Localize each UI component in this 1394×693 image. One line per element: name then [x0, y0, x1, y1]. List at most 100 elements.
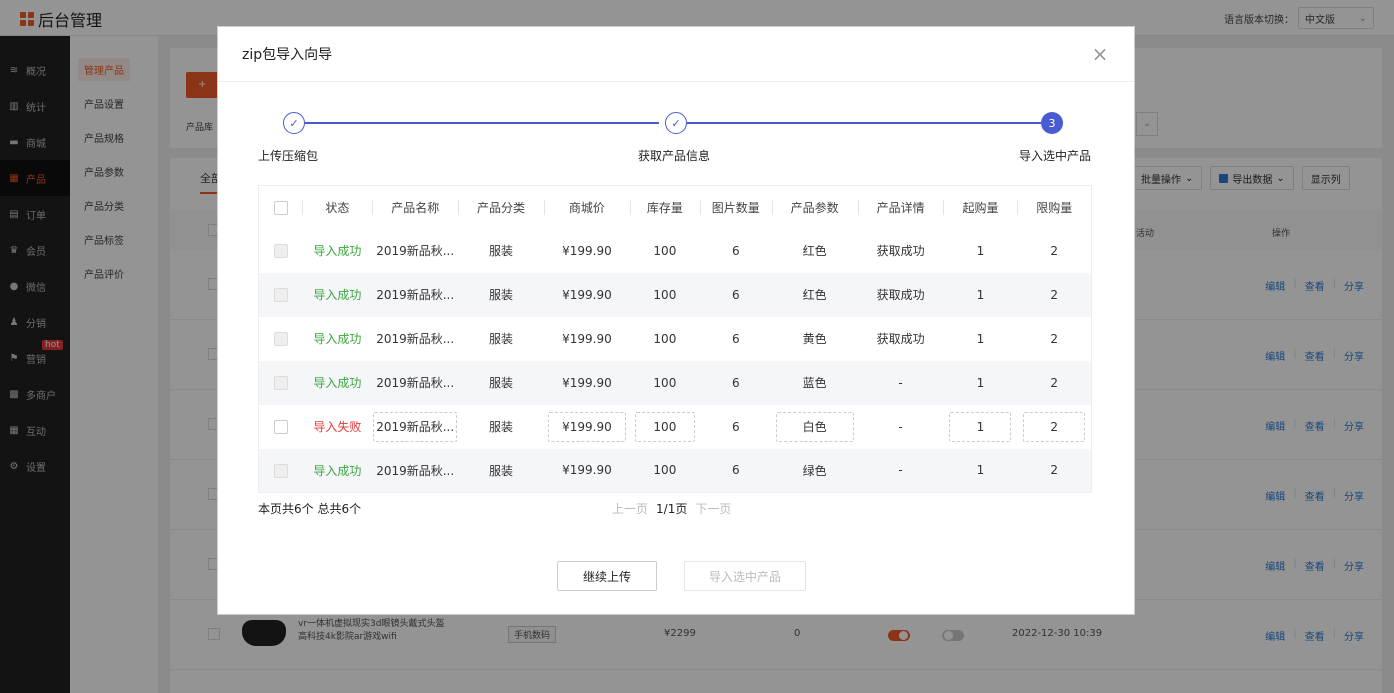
row-price-cell: ¥199.90 — [544, 229, 630, 273]
row-price-cell: ¥199.90 — [544, 317, 630, 361]
row-status-cell: 导入成功 — [302, 272, 373, 317]
row-min-qty: 1 — [976, 287, 985, 302]
row-param-cell: 绿色 — [771, 448, 858, 493]
row-checkbox-cell — [258, 448, 303, 493]
row-product-name-cell: 2019新品秋... — [372, 448, 459, 493]
row-detail-cell: 获取成功 — [858, 317, 944, 361]
col-price: 商城价 — [543, 185, 630, 229]
row-image-count: 6 — [731, 243, 740, 258]
row-stock: 100 — [653, 287, 677, 302]
row-stock: 100 — [653, 243, 677, 258]
row-max-qty-cell: 2 — [1017, 360, 1092, 405]
row-param: 绿色 — [802, 463, 827, 478]
page-summary: 本页共6个 总共6个 — [258, 502, 362, 516]
row-image-count: 6 — [731, 463, 740, 478]
row-detail: - — [898, 419, 903, 434]
row-min-qty: 1 — [976, 243, 985, 258]
col-detail: 产品详情 — [857, 185, 944, 229]
dialog-title: zip包导入向导 — [242, 47, 333, 63]
row-max-qty[interactable]: 2 — [1023, 411, 1086, 442]
prev-page-button[interactable]: 上一页 — [612, 500, 648, 517]
row-detail: - — [898, 375, 903, 390]
row-min-qty: 1 — [976, 331, 985, 346]
row-max-qty-cell: 2 — [1017, 272, 1092, 317]
row-price: ¥199.90 — [562, 463, 612, 478]
step-current-icon: 3 — [1041, 112, 1063, 134]
row-param-cell: 黄色 — [772, 317, 858, 361]
row-detail-cell: - — [857, 360, 944, 405]
row-param-cell: 蓝色 — [771, 360, 858, 405]
step-label-import: 导入选中产品 — [1019, 149, 1092, 163]
row-detail-cell: 获取成功 — [857, 272, 944, 317]
row-image-count-cell: 6 — [699, 272, 772, 317]
row-min-qty: 1 — [976, 463, 985, 478]
continue-upload-button[interactable]: 继续上传 — [557, 561, 657, 591]
row-param-cell: 白色 — [772, 405, 858, 449]
row-category: 服装 — [489, 288, 514, 302]
row-price: ¥199.90 — [562, 287, 612, 302]
row-category: 服装 — [489, 420, 514, 434]
row-param-cell: 红色 — [771, 272, 858, 317]
table-header-row: 状态 产品名称 产品分类 商城价 库存量 图片数量 产品参数 产品详情 起购量 … — [258, 185, 1092, 229]
row-max-qty: 2 — [1050, 331, 1059, 346]
row-min-qty[interactable]: 1 — [949, 411, 1012, 442]
import-selected-button[interactable]: 导入选中产品 — [684, 561, 806, 591]
row-price: ¥199.90 — [562, 375, 612, 390]
row-category-cell: 服装 — [458, 229, 544, 273]
row-status-cell: 导入失败 — [302, 405, 372, 449]
row-price-cell: ¥199.90 — [544, 405, 630, 449]
row-param-cell: 红色 — [772, 229, 858, 273]
row-product-name: 2019新品秋... — [376, 332, 455, 346]
row-status: 导入成功 — [313, 288, 362, 302]
row-max-qty-cell: 2 — [1017, 448, 1092, 493]
row-detail: 获取成功 — [876, 288, 925, 302]
row-param: 红色 — [802, 244, 827, 258]
next-page-button[interactable]: 下一页 — [695, 500, 731, 517]
table-row: 导入成功 2019新品秋... 服装 ¥199.90 100 6 红色 获取成功 1 2 — [259, 229, 1092, 273]
row-max-qty: 2 — [1050, 375, 1059, 390]
row-stock[interactable]: 100 — [634, 411, 695, 442]
close-icon[interactable]: × — [1090, 42, 1110, 66]
col-max: 限购量 — [1017, 185, 1092, 229]
row-status: 导入失败 — [313, 420, 362, 434]
row-price-cell: ¥199.90 — [543, 448, 630, 493]
row-price: ¥199.90 — [562, 331, 612, 346]
row-category-cell: 服装 — [458, 317, 544, 361]
row-status-cell: 导入成功 — [302, 317, 372, 361]
step-done-icon: ✓ — [665, 112, 687, 134]
row-stock-cell: 100 — [629, 272, 700, 317]
row-min-qty-cell: 1 — [943, 272, 1018, 317]
row-category-cell: 服装 — [458, 405, 544, 449]
select-all-checkbox[interactable] — [273, 200, 288, 215]
row-price[interactable]: ¥199.90 — [547, 411, 626, 442]
table-row: 导入成功 2019新品秋... 服装 ¥199.90 100 6 蓝色 - 1 2 — [258, 360, 1092, 405]
row-max-qty-cell: 2 — [1017, 405, 1091, 449]
step-label-fetch: 获取产品信息 — [638, 149, 711, 163]
row-product-name-cell: 2019新品秋... — [372, 360, 459, 405]
row-checkbox — [273, 331, 288, 346]
row-checkbox — [273, 287, 288, 302]
row-detail-cell: 获取成功 — [858, 229, 944, 273]
row-product-name-cell: 2019新品秋... — [372, 229, 458, 273]
row-stock-cell: 100 — [630, 229, 700, 273]
row-image-count: 6 — [731, 287, 740, 302]
row-checkbox — [273, 463, 288, 478]
row-product-name-cell: 2019新品秋... — [372, 405, 458, 449]
row-image-count-cell: 6 — [699, 360, 772, 405]
row-checkbox[interactable] — [273, 419, 288, 434]
row-checkbox-cell — [259, 229, 303, 273]
row-product-name[interactable]: 2019新品秋... — [373, 411, 458, 442]
row-image-count: 6 — [731, 331, 740, 346]
row-image-count-cell: 6 — [700, 229, 772, 273]
row-param: 红色 — [802, 288, 827, 302]
row-image-count-cell: 6 — [700, 317, 772, 361]
row-category: 服装 — [489, 376, 514, 390]
row-param[interactable]: 白色 — [775, 411, 854, 442]
row-product-name-cell: 2019新品秋... — [372, 272, 459, 317]
table-row: 导入成功 2019新品秋... 服装 ¥199.90 100 6 黄色 获取成功 1 2 — [259, 317, 1092, 361]
row-status: 导入成功 — [313, 376, 362, 390]
row-status-cell: 导入成功 — [302, 360, 373, 405]
row-param: 蓝色 — [802, 376, 827, 390]
row-checkbox-cell — [259, 317, 303, 361]
row-status-cell: 导入成功 — [302, 229, 372, 273]
